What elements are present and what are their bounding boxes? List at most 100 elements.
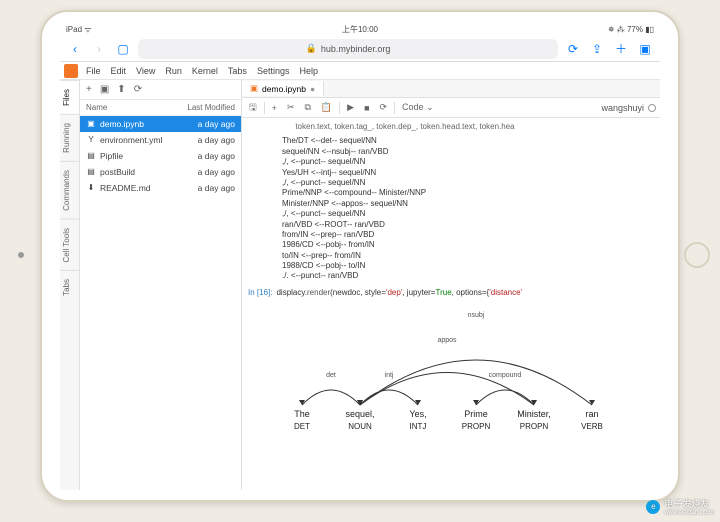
file-type-icon: ▣ <box>86 119 96 129</box>
file-row[interactable]: Yenvironment.ymla day ago <box>80 132 241 148</box>
file-name: README.md <box>100 183 151 193</box>
watermark-sub: www.elecfans.com <box>664 510 714 516</box>
restart-icon[interactable]: ⟳ <box>377 102 391 113</box>
output-line: ,/, <--punct-- sequel/NN <box>282 157 654 167</box>
file-modified: a day ago <box>198 151 235 161</box>
output-line: ./. <--punct-- ran/VBD <box>282 271 654 281</box>
file-row[interactable]: ⬇README.mda day ago <box>80 180 241 196</box>
code-cell[interactable]: In [16]: displacy.render(newdoc, style='… <box>248 288 654 297</box>
watermark: e 电子发烧友 www.elecfans.com <box>646 497 714 516</box>
status-left: iPad ᯤ <box>66 24 92 35</box>
new-icon[interactable]: + <box>86 84 92 95</box>
back-button[interactable]: ‹ <box>66 40 84 58</box>
svg-text:DET: DET <box>294 422 310 431</box>
notebook-tab[interactable]: ▣ demo.ipynb ● <box>242 81 324 96</box>
svg-text:INTJ: INTJ <box>410 422 427 431</box>
save-icon[interactable]: 🖫 <box>246 100 260 116</box>
sidetab-tabs[interactable]: Tabs <box>60 270 79 304</box>
screen: iPad ᯤ 上午10:00 ✵ ⁂ 77% ▮▯ ‹ › ▢ 🔒 hub.my… <box>60 22 660 490</box>
menu-settings[interactable]: Settings <box>253 66 294 76</box>
jupyter-menu-bar: File Edit View Run Kernel Tabs Settings … <box>60 62 660 80</box>
file-modified: a day ago <box>198 135 235 145</box>
output-line: 1988/CD <--pobj-- to/IN <box>282 261 654 271</box>
file-name: postBuild <box>100 167 135 177</box>
cell-source: displacy.render(newdoc, style='dep', jup… <box>276 288 522 297</box>
sidebar-tabs: Files Running Commands Cell Tools Tabs <box>60 80 80 490</box>
file-row[interactable]: ▣demo.ipynba day ago <box>80 116 241 132</box>
ipad-frame: iPad ᯤ 上午10:00 ✵ ⁂ 77% ▮▯ ‹ › ▢ 🔒 hub.my… <box>40 10 680 502</box>
share-icon[interactable]: ⇪ <box>588 40 606 58</box>
url-bar[interactable]: 🔒 hub.mybinder.org <box>138 39 558 59</box>
menu-run[interactable]: Run <box>161 66 186 76</box>
svg-text:intj: intj <box>385 372 394 379</box>
output-line: Minister/NNP <--appos-- sequel/NN <box>282 199 654 209</box>
file-row[interactable]: ▤postBuilda day ago <box>80 164 241 180</box>
file-browser: + ▣ ⬆ ⟳ Name Last Modified ▣demo.ipynba … <box>80 80 242 490</box>
paste-icon[interactable]: 📋 <box>318 102 335 113</box>
output-line: ,/, <--punct-- sequel/NN <box>282 178 654 188</box>
cut-icon[interactable]: ✂ <box>284 102 298 113</box>
output-line: ,/, <--punct-- sequel/NN <box>282 209 654 219</box>
svg-text:VERB: VERB <box>581 422 603 431</box>
output-line: ran/VBD <--ROOT-- ran/VBD <box>282 220 654 230</box>
bookmarks-icon[interactable]: ▢ <box>114 40 132 58</box>
new-tab-icon[interactable]: ＋ <box>612 40 630 58</box>
cell-output: The/DT <--det-- sequel/NNsequel/NN <--ns… <box>282 136 654 281</box>
output-line: from/IN <--prep-- ran/VBD <box>282 230 654 240</box>
refresh-icon[interactable]: ⟳ <box>134 84 142 95</box>
notebook-content[interactable]: token.text, token.tag_, token.dep_, toke… <box>242 118 660 490</box>
svg-text:Yes,: Yes, <box>409 409 426 419</box>
menu-kernel[interactable]: Kernel <box>188 66 222 76</box>
file-list: ▣demo.ipynba day agoYenvironment.ymla da… <box>80 116 241 196</box>
tabs-icon[interactable]: ▣ <box>636 40 654 58</box>
reload-icon[interactable]: ⟳ <box>564 40 582 58</box>
folder-icon[interactable]: ▣ <box>100 84 109 95</box>
menu-edit[interactable]: Edit <box>107 66 131 76</box>
svg-text:sequel,: sequel, <box>345 409 374 419</box>
celltype-select[interactable]: Code ⌄ <box>399 102 437 113</box>
dependency-diagram: nsubjapposdetintjcompound TheDETsequel,N… <box>282 305 642 435</box>
menu-file[interactable]: File <box>82 66 105 76</box>
svg-text:Prime: Prime <box>464 409 488 419</box>
col-modified: Last Modified <box>187 103 235 112</box>
upload-icon[interactable]: ⬆ <box>117 84 125 95</box>
file-toolbar: + ▣ ⬆ ⟳ <box>80 80 241 100</box>
dirty-dot-icon: ● <box>310 84 315 94</box>
jupyter-logo-icon <box>64 64 78 78</box>
output-line: The/DT <--det-- sequel/NN <box>282 136 654 146</box>
file-name: Pipfile <box>100 151 123 161</box>
add-cell-icon[interactable]: + <box>269 103 280 113</box>
copy-icon[interactable]: ⧉ <box>301 102 313 113</box>
home-button[interactable] <box>684 242 710 268</box>
run-icon[interactable]: ▶ <box>344 102 357 113</box>
menu-help[interactable]: Help <box>295 66 322 76</box>
notebook-toolbar: 🖫 + ✂ ⧉ 📋 ▶ ■ ⟳ Code ⌄ wangshuyi <box>242 98 660 118</box>
stop-icon[interactable]: ■ <box>361 103 372 113</box>
svg-text:nsubj: nsubj <box>468 312 485 319</box>
col-name: Name <box>86 103 107 112</box>
svg-text:appos: appos <box>437 337 457 344</box>
forward-button[interactable]: › <box>90 40 108 58</box>
file-modified: a day ago <box>198 119 235 129</box>
menu-tabs[interactable]: Tabs <box>224 66 251 76</box>
sidetab-files[interactable]: Files <box>60 80 79 114</box>
output-line: sequel/NN <--nsubj-- ran/VBD <box>282 147 654 157</box>
kernel-status-icon <box>648 104 656 112</box>
tab-title: demo.ipynb <box>262 84 306 94</box>
sidetab-celltools[interactable]: Cell Tools <box>60 219 79 271</box>
sidetab-commands[interactable]: Commands <box>60 161 79 219</box>
watermark-text: 电子发烧友 <box>664 497 714 510</box>
lock-icon: 🔒 <box>306 43 317 54</box>
menu-view[interactable]: View <box>132 66 159 76</box>
output-line: 1986/CD <--pobj-- from/IN <box>282 240 654 250</box>
notebook-icon: ▣ <box>250 83 258 94</box>
sidetab-running[interactable]: Running <box>60 114 79 161</box>
file-type-icon: ▤ <box>86 151 96 161</box>
file-name: environment.yml <box>100 135 162 145</box>
code-fragment: token.text, token.tag_, token.dep_, toke… <box>282 122 654 132</box>
svg-text:The: The <box>294 409 310 419</box>
kernel-name[interactable]: wangshuyi <box>601 103 644 113</box>
file-row[interactable]: ▤ Pipfile a day ago <box>80 148 241 164</box>
in-prompt: In [16]: <box>248 288 272 297</box>
svg-text:NOUN: NOUN <box>348 422 372 431</box>
